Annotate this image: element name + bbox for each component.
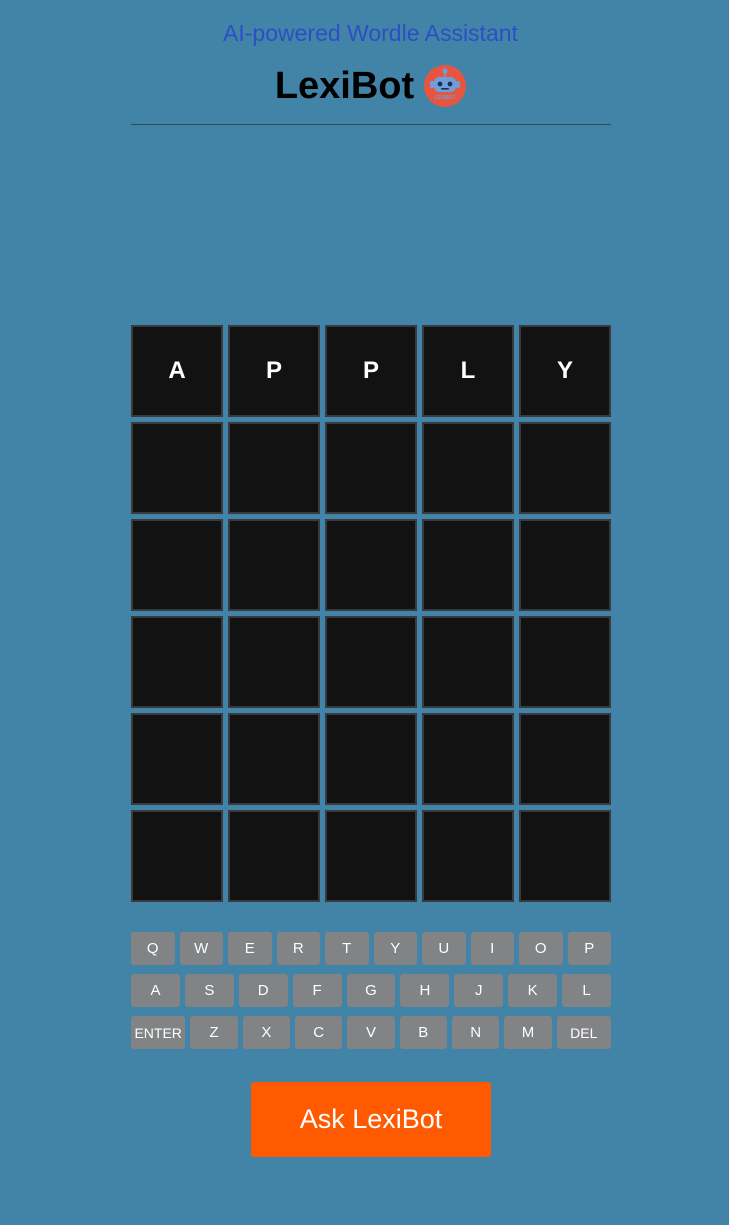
grid-tile: P — [228, 325, 320, 417]
key-l[interactable]: L — [562, 974, 612, 1007]
grid-tile: Y — [519, 325, 611, 417]
grid-tile — [131, 519, 223, 611]
grid-tile — [422, 713, 514, 805]
key-t[interactable]: T — [325, 932, 369, 965]
grid-tile — [422, 616, 514, 708]
grid-tile — [228, 810, 320, 902]
grid-tile — [131, 810, 223, 902]
logo-text: LEXIBOT — [434, 95, 456, 101]
key-k[interactable]: K — [508, 974, 558, 1007]
key-a[interactable]: A — [131, 974, 180, 1007]
grid-tile — [228, 713, 320, 805]
grid-tile — [325, 713, 417, 805]
grid-tile — [325, 810, 417, 902]
key-x[interactable]: X — [242, 1016, 291, 1049]
grid-tile — [422, 422, 514, 514]
robot-logo-icon: LEXIBOT — [424, 65, 467, 107]
grid-tile — [519, 616, 611, 708]
keyboard-row: QWERTYUIOP — [131, 932, 611, 965]
grid-tile — [131, 616, 223, 708]
key-d[interactable]: D — [238, 974, 288, 1007]
key-b[interactable]: B — [399, 1016, 447, 1049]
key-n[interactable]: N — [451, 1016, 500, 1049]
grid-tile — [131, 713, 223, 805]
key-s[interactable]: S — [184, 974, 234, 1007]
grid-tile — [422, 519, 514, 611]
header-divider — [131, 124, 611, 125]
key-p[interactable]: P — [567, 932, 611, 965]
key-j[interactable]: J — [454, 974, 504, 1007]
grid-tile — [131, 422, 223, 514]
on-screen-keyboard: Q W E R T Y U I O P A S D F G H J K L ENTER Z X C V B N M DEL — [131, 932, 612, 1058]
key-del[interactable]: DEL — [556, 1016, 611, 1049]
key-c[interactable]: C — [295, 1016, 343, 1049]
header: LexiBot LEXIBOT — [0, 64, 729, 108]
keyboard-row: ENTER Z X C V B N M DEL — [131, 1016, 611, 1049]
key-r[interactable]: R — [276, 932, 320, 965]
grid-tile — [422, 810, 514, 902]
grid-tile — [325, 519, 417, 611]
key-u[interactable]: U — [422, 932, 466, 965]
grid-tile — [519, 713, 611, 805]
grid-tile: L — [422, 325, 514, 417]
app-subtitle: AI-powered Wordle Assistant — [223, 20, 518, 46]
key-f[interactable]: F — [292, 974, 342, 1007]
key-o[interactable]: O — [519, 932, 563, 965]
grid-tile — [228, 616, 320, 708]
key-i[interactable]: I — [470, 932, 514, 965]
grid-tile — [228, 422, 320, 514]
key-y[interactable]: Y — [373, 932, 417, 965]
key-m[interactable]: M — [504, 1016, 552, 1049]
grid-tile — [519, 810, 611, 902]
key-q[interactable]: Q — [131, 932, 175, 965]
grid-tile — [325, 616, 417, 708]
guess-grid: APPLY — [131, 325, 611, 902]
key-h[interactable]: H — [400, 974, 450, 1007]
key-w[interactable]: W — [179, 932, 223, 965]
key-z[interactable]: Z — [190, 1016, 238, 1049]
grid-tile — [228, 519, 320, 611]
app-title: LexiBot — [274, 65, 415, 107]
grid-tile — [325, 422, 417, 514]
keyboard-row: ASDFGHJKL — [131, 974, 612, 1007]
grid-tile — [519, 422, 611, 514]
ask-lexibot-button[interactable]: Ask LexiBot — [251, 1082, 491, 1157]
grid-tile: P — [325, 325, 417, 417]
key-enter[interactable]: ENTER — [131, 1016, 186, 1049]
grid-tile — [519, 519, 611, 611]
key-v[interactable]: V — [347, 1016, 395, 1049]
key-g[interactable]: G — [346, 974, 396, 1007]
key-e[interactable]: E — [228, 932, 272, 965]
grid-tile: A — [131, 325, 223, 417]
